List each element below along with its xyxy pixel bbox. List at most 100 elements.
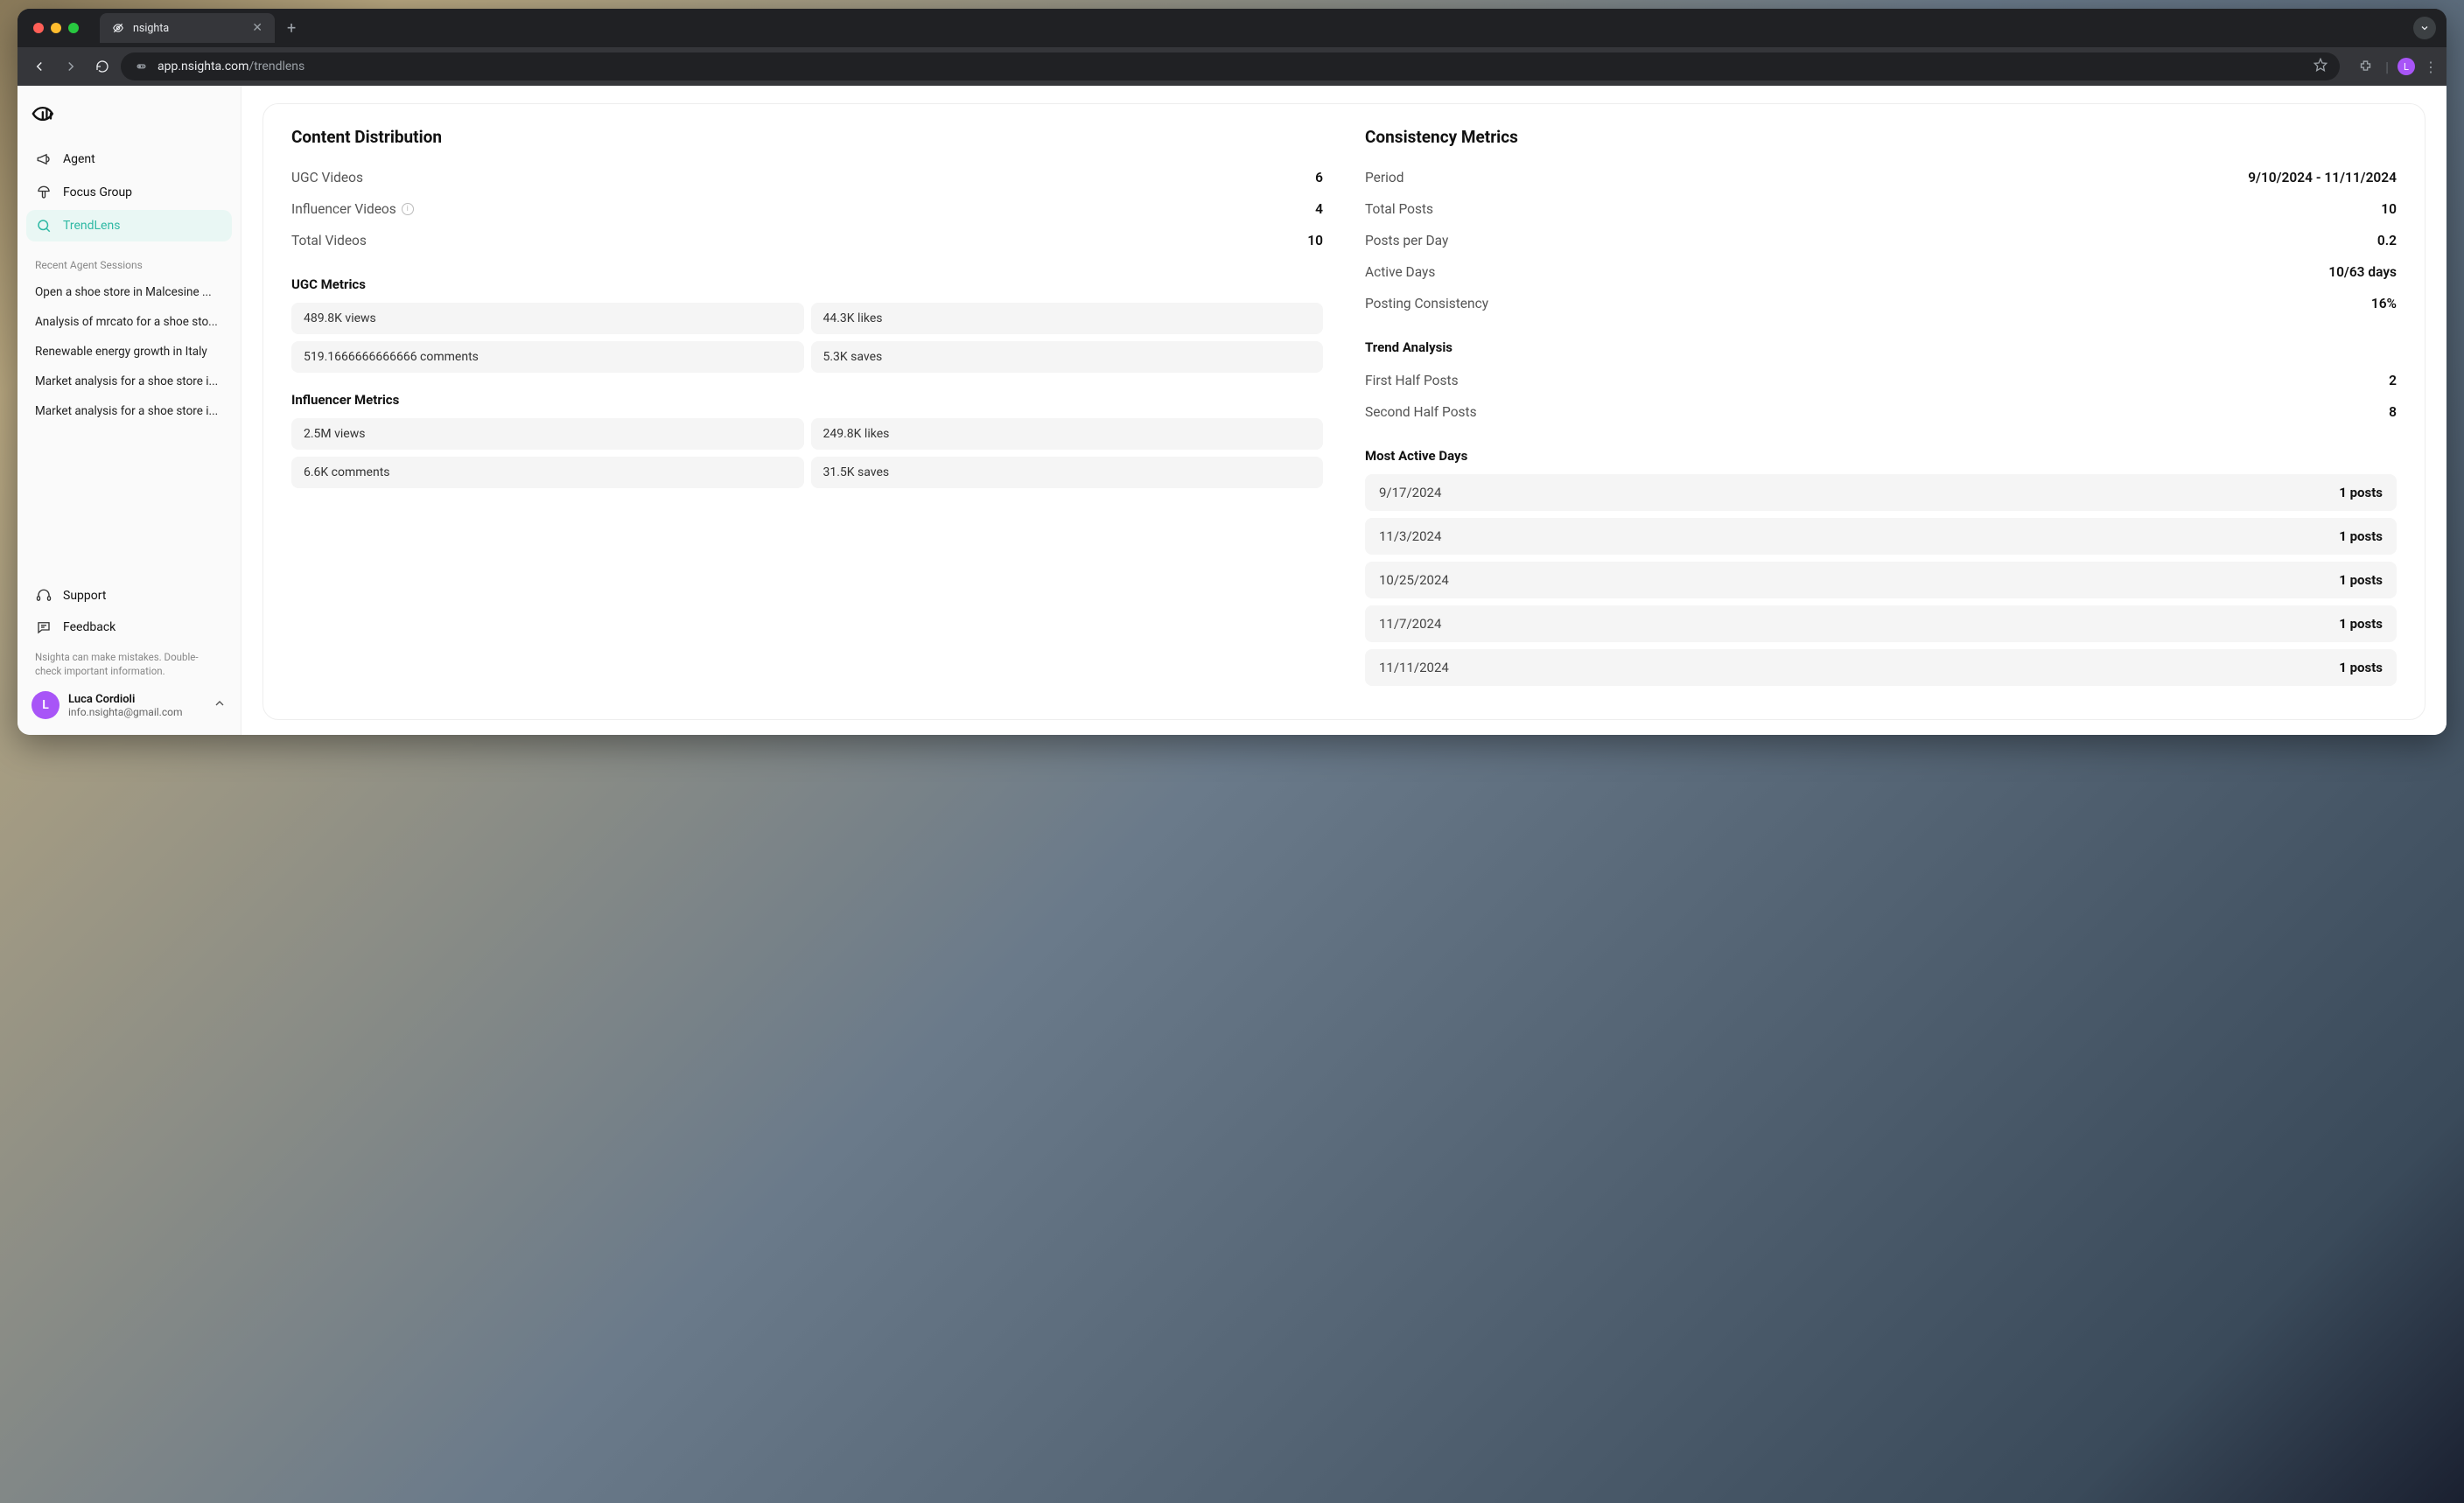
- kv-value: 10: [2381, 201, 2397, 217]
- forward-button[interactable]: [58, 53, 84, 80]
- kv-row: First Half Posts 2: [1365, 366, 2397, 397]
- influencer-metrics-grid: 2.5M views249.8K likes6.6K comments31.5K…: [291, 418, 1323, 488]
- headset-icon: [35, 587, 52, 605]
- metric-chip: 31.5K saves: [811, 457, 1324, 488]
- kv-value: 2: [2389, 373, 2397, 388]
- sidebar-item-label: Agent: [63, 152, 95, 166]
- browser-profile-button[interactable]: L: [2398, 58, 2415, 75]
- active-day-date: 11/3/2024: [1379, 528, 1441, 544]
- tab-favicon-icon: [112, 22, 124, 34]
- metric-chip: 44.3K likes: [811, 303, 1324, 334]
- metric-chip: 519.1666666666666 comments: [291, 341, 804, 373]
- active-day-count: 1 posts: [2339, 528, 2383, 544]
- kv-label: UGC Videos: [291, 170, 363, 185]
- session-item[interactable]: Market analysis for a shoe store i...: [26, 367, 232, 395]
- active-day-count: 1 posts: [2339, 660, 2383, 675]
- active-day-date: 10/25/2024: [1379, 572, 1449, 588]
- active-day-row: 11/3/2024 1 posts: [1365, 518, 2397, 555]
- session-item[interactable]: Renewable energy growth in Italy: [26, 338, 232, 366]
- kv-label: Second Half Posts: [1365, 404, 1477, 420]
- kv-value: 10: [1307, 233, 1323, 248]
- browser-window: nsighta ✕ + app.nsighta.com/trendlens: [18, 9, 2446, 735]
- user-menu[interactable]: L Luca Cordioli info.nsighta@gmail.com: [26, 682, 232, 723]
- ugc-metrics-grid: 489.8K views44.3K likes519.1666666666666…: [291, 303, 1323, 373]
- extensions-button[interactable]: [2354, 55, 2376, 78]
- chevron-up-icon: [213, 696, 227, 714]
- back-button[interactable]: [26, 53, 52, 80]
- kv-row: Influencer Videosi4: [291, 194, 1323, 226]
- kv-value: 0.2: [2377, 233, 2397, 248]
- toolbar-divider: |: [2385, 59, 2389, 75]
- sidebar-item-agent[interactable]: Agent: [26, 143, 232, 175]
- kv-row: Total Posts10: [1365, 194, 2397, 226]
- metric-chip: 249.8K likes: [811, 418, 1324, 450]
- tabs-dropdown-button[interactable]: [2413, 17, 2436, 39]
- recent-sessions-label: Recent Agent Sessions: [35, 259, 223, 271]
- message-icon: [35, 619, 52, 636]
- kv-label: Period: [1365, 170, 1404, 185]
- kv-row: Posting Consistency 16%: [1365, 289, 2397, 320]
- active-day-row: 11/7/2024 1 posts: [1365, 605, 2397, 642]
- metric-chip: 2.5M views: [291, 418, 804, 450]
- browser-tab[interactable]: nsighta ✕: [100, 13, 275, 43]
- active-day-count: 1 posts: [2339, 616, 2383, 632]
- kv-label: Posts per Day: [1365, 233, 1448, 248]
- metrics-card: Content Distribution UGC Videos6Influenc…: [262, 103, 2426, 720]
- metric-chip: 6.6K comments: [291, 457, 804, 488]
- consistency-title: Consistency Metrics: [1365, 127, 2397, 147]
- content-distribution-title: Content Distribution: [291, 127, 1323, 147]
- sidebar: Agent Focus Group TrendLens Recent Agent…: [18, 86, 242, 735]
- kv-label: Active Days: [1365, 264, 1435, 280]
- kv-value: 8: [2389, 404, 2397, 420]
- support-label: Support: [63, 589, 106, 603]
- ugc-metrics-title: UGC Metrics: [291, 276, 1323, 292]
- kv-value: 16%: [2371, 296, 2397, 311]
- info-icon[interactable]: i: [402, 203, 414, 215]
- active-day-row: 11/11/20241 posts: [1365, 649, 2397, 686]
- url-host: app.nsighta.com/trendlens: [158, 59, 304, 73]
- active-day-date: 11/7/2024: [1379, 616, 1441, 632]
- search-icon: [35, 217, 52, 234]
- app-logo[interactable]: [32, 101, 227, 129]
- address-bar[interactable]: app.nsighta.com/trendlens: [121, 52, 2340, 80]
- sidebar-item-label: Focus Group: [63, 185, 132, 199]
- sidebar-item-support[interactable]: Support: [26, 580, 232, 612]
- most-active-days-title: Most Active Days: [1365, 448, 2397, 464]
- kv-row: Total Videos10: [291, 226, 1323, 257]
- kv-label: First Half Posts: [1365, 373, 1459, 388]
- bookmark-button[interactable]: [2314, 58, 2328, 75]
- kv-row: Second Half Posts 8: [1365, 397, 2397, 429]
- session-item[interactable]: Market analysis for a shoe store i...: [26, 397, 232, 425]
- active-day-date: 9/17/2024: [1379, 485, 1441, 500]
- session-item[interactable]: Analysis of mrcato for a shoe sto...: [26, 308, 232, 336]
- new-tab-button[interactable]: +: [287, 19, 296, 38]
- sidebar-item-focus-group[interactable]: Focus Group: [26, 177, 232, 208]
- close-window-button[interactable]: [33, 23, 44, 33]
- app-area: Agent Focus Group TrendLens Recent Agent…: [18, 86, 2446, 735]
- session-item[interactable]: Open a shoe store in Malcesine ...: [26, 278, 232, 306]
- browser-toolbar: app.nsighta.com/trendlens | L ⋮: [18, 47, 2446, 86]
- kv-row: Period 9/10/2024 - 11/11/2024: [1365, 163, 2397, 194]
- tab-close-button[interactable]: ✕: [252, 21, 262, 35]
- metric-chip: 489.8K views: [291, 303, 804, 334]
- browser-menu-button[interactable]: ⋮: [2424, 59, 2438, 75]
- consistency-column: Consistency Metrics Period 9/10/2024 - 11…: [1365, 127, 2397, 693]
- sidebar-item-feedback[interactable]: Feedback: [26, 612, 232, 643]
- kv-row: Active Days 10/63 days: [1365, 257, 2397, 289]
- fullscreen-window-button[interactable]: [68, 23, 79, 33]
- feedback-label: Feedback: [63, 620, 116, 634]
- reload-button[interactable]: [89, 53, 116, 80]
- kv-row: UGC Videos6: [291, 163, 1323, 194]
- sidebar-item-trendlens[interactable]: TrendLens: [26, 210, 232, 241]
- kv-value: 10/63 days: [2328, 264, 2397, 280]
- kv-value: 9/10/2024 - 11/11/2024: [2248, 170, 2397, 185]
- active-day-count: 1 posts: [2339, 485, 2383, 500]
- metric-chip: 5.3K saves: [811, 341, 1324, 373]
- minimize-window-button[interactable]: [51, 23, 61, 33]
- window-controls: [33, 23, 79, 33]
- active-day-count: 1 posts: [2339, 572, 2383, 588]
- user-email: info.nsighta@gmail.com: [68, 706, 182, 718]
- site-info-icon[interactable]: [133, 59, 149, 74]
- active-day-row: 9/17/2024 1 posts: [1365, 474, 2397, 511]
- kv-label: Posting Consistency: [1365, 296, 1488, 311]
